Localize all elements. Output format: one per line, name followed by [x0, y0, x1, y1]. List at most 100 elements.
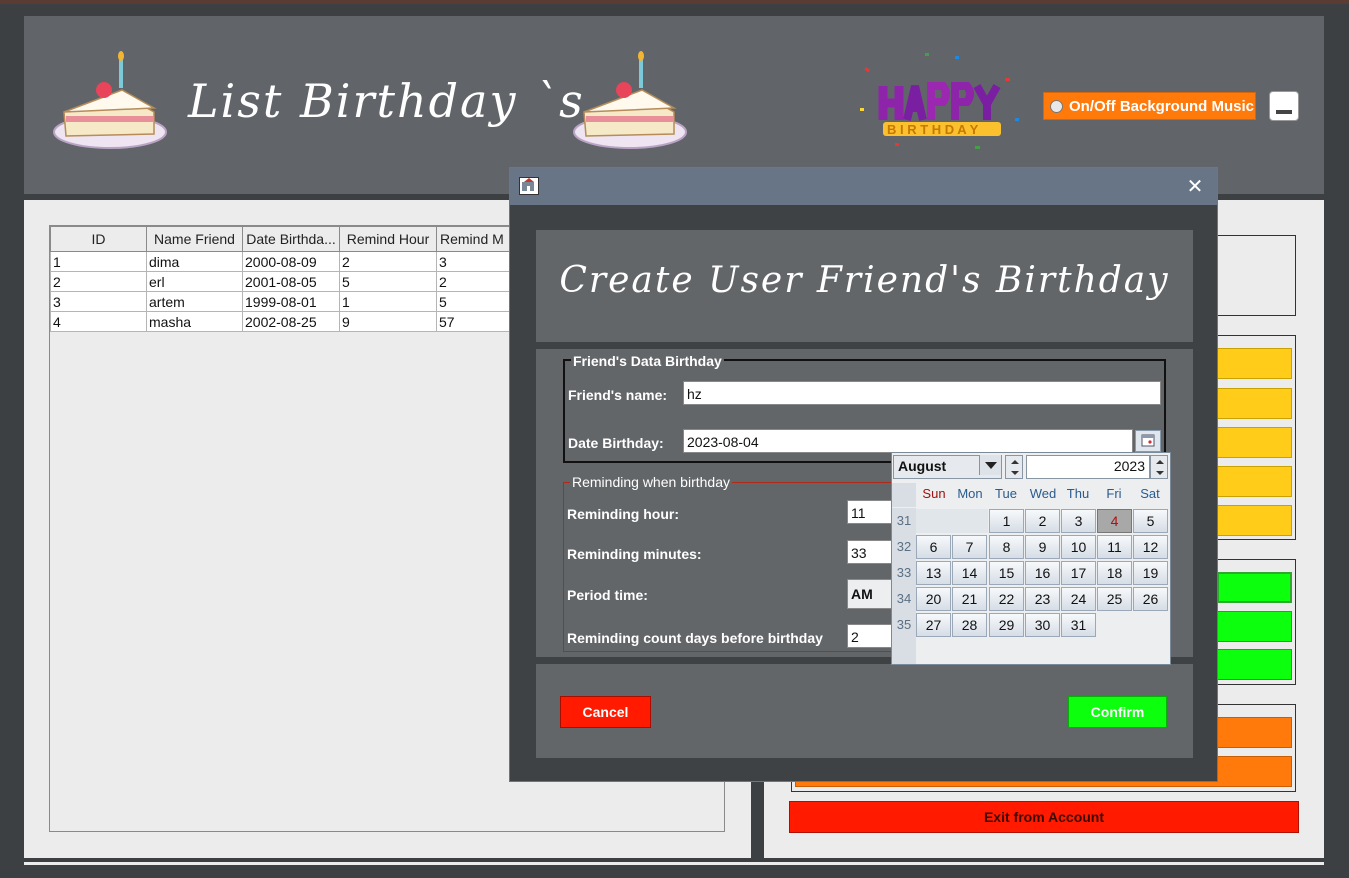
calendar-day[interactable]: 27 — [916, 613, 951, 637]
week-number: 33 — [892, 560, 916, 586]
green-action-button[interactable] — [1217, 572, 1292, 603]
calendar-day[interactable]: 6 — [916, 535, 951, 559]
weekday-label: Thu — [1066, 486, 1090, 501]
background-music-toggle[interactable]: On/Off Background Music — [1043, 92, 1256, 120]
table-cell: 2001-08-05 — [242, 271, 340, 292]
calendar-day[interactable]: 29 — [989, 613, 1024, 637]
yellow-action-button[interactable] — [1217, 427, 1292, 458]
app-title: List Birthday `s — [188, 74, 585, 128]
close-icon[interactable]: ✕ — [1181, 174, 1209, 198]
column-header-date[interactable]: Date Birthda... — [242, 226, 340, 252]
calendar-day-selected[interactable]: 4 — [1097, 509, 1132, 533]
calendar-day[interactable]: 19 — [1133, 561, 1168, 585]
calendar-day[interactable]: 18 — [1097, 561, 1132, 585]
friend-name-input[interactable]: hz — [683, 381, 1161, 405]
table-cell: 2002-08-25 — [242, 311, 340, 332]
dialog-title: Create User Friend's Birthday — [559, 260, 1170, 301]
table-cell: 4 — [50, 311, 147, 332]
exit-account-button[interactable]: Exit from Account — [789, 801, 1299, 833]
column-header-id[interactable]: ID — [50, 226, 147, 252]
birth-date-input[interactable]: 2023-08-04 — [683, 429, 1133, 453]
yellow-action-button[interactable] — [1217, 505, 1292, 536]
minimize-button[interactable] — [1269, 91, 1299, 121]
weekday-label: Wed — [1029, 486, 1057, 501]
calendar-day[interactable]: 23 — [1025, 587, 1060, 611]
week-column-filler — [892, 638, 916, 664]
week-number: 31 — [892, 508, 916, 534]
week-number: 32 — [892, 534, 916, 560]
table-cell: 2000-08-09 — [242, 251, 340, 272]
date-picker-popup: August 2023 Sun Mon Tue Wed Thu Fri Sat … — [891, 452, 1171, 665]
calendar-day[interactable]: 1 — [989, 509, 1024, 533]
calendar-day[interactable]: 11 — [1097, 535, 1132, 559]
calendar-day[interactable]: 3 — [1061, 509, 1096, 533]
month-value: August — [898, 458, 947, 474]
calendar-day[interactable]: 21 — [952, 587, 987, 611]
calendar-day[interactable]: 17 — [1061, 561, 1096, 585]
calendar-day[interactable]: 25 — [1097, 587, 1132, 611]
calendar-day[interactable]: 31 — [1061, 613, 1096, 637]
calendar-day[interactable]: 7 — [952, 535, 987, 559]
month-spinner[interactable] — [1005, 455, 1023, 479]
year-input[interactable]: 2023 — [1026, 455, 1150, 479]
green-action-button[interactable] — [1217, 611, 1292, 642]
calendar-day[interactable]: 8 — [989, 535, 1024, 559]
calendar-day[interactable]: 14 — [952, 561, 987, 585]
calendar-day[interactable]: 24 — [1061, 587, 1096, 611]
calendar-day[interactable]: 5 — [1133, 509, 1168, 533]
yellow-action-button[interactable] — [1217, 388, 1292, 419]
column-header-name[interactable]: Name Friend — [146, 226, 243, 252]
table-cell: 1 — [339, 291, 437, 312]
cancel-button[interactable]: Cancel — [560, 696, 651, 728]
chevron-down-icon[interactable] — [979, 455, 1001, 475]
radio-icon[interactable] — [1050, 99, 1063, 113]
table-row[interactable]: 1 dima 2000-08-09 2 3 — [50, 251, 527, 272]
table-cell: masha — [146, 311, 243, 332]
calendar-day[interactable]: 28 — [952, 613, 987, 637]
calendar-day[interactable]: 9 — [1025, 535, 1060, 559]
calendar-day[interactable]: 13 — [916, 561, 951, 585]
calendar-day[interactable]: 10 — [1061, 535, 1096, 559]
table-row[interactable]: 3 artem 1999-08-01 1 5 — [50, 291, 527, 312]
table-cell: erl — [146, 271, 243, 292]
confirm-button[interactable]: Confirm — [1068, 696, 1167, 728]
happy-birthday-logo-icon: B I R T H D A Y — [860, 53, 1019, 149]
calendar-day[interactable]: 2 — [1025, 509, 1060, 533]
info-box — [1217, 235, 1296, 316]
column-header-remind-hour[interactable]: Remind Hour — [339, 226, 437, 252]
weekday-label: Tue — [995, 486, 1017, 501]
yellow-action-button[interactable] — [1217, 348, 1292, 379]
calendar-icon[interactable] — [1135, 430, 1161, 452]
bottom-divider — [24, 862, 1324, 865]
window-top-strip — [0, 0, 1349, 4]
orange-action-button[interactable] — [1217, 717, 1292, 748]
calendar-day[interactable]: 15 — [989, 561, 1024, 585]
table-row[interactable]: 4 masha 2002-08-25 9 57 — [50, 311, 527, 332]
table-cell: dima — [146, 251, 243, 272]
week-number: 35 — [892, 612, 916, 638]
dialog-footer: Cancel Confirm — [536, 664, 1193, 758]
friend-data-group: Friend's Data Birthday Friend's name: hz… — [563, 353, 1166, 463]
table-cell: 1999-08-01 — [242, 291, 340, 312]
week-number: 34 — [892, 586, 916, 612]
calendar-day[interactable]: 22 — [989, 587, 1024, 611]
dialog-titlebar[interactable]: ✕ — [510, 168, 1217, 205]
calendar-day[interactable]: 16 — [1025, 561, 1060, 585]
table-cell: artem — [146, 291, 243, 312]
table-row[interactable]: 2 erl 2001-08-05 5 2 — [50, 271, 527, 292]
calendar-day[interactable]: 30 — [1025, 613, 1060, 637]
calendar-day[interactable]: 20 — [916, 587, 951, 611]
java-app-icon — [519, 177, 539, 195]
year-spinner[interactable] — [1150, 455, 1168, 479]
table-cell: 2 — [339, 251, 437, 272]
green-action-button[interactable] — [1217, 649, 1292, 680]
days-before-label: Reminding count days before birthday — [567, 630, 823, 646]
yellow-action-button[interactable] — [1217, 466, 1292, 497]
friends-table: ID Name Friend Date Birthda... Remind Ho… — [50, 226, 527, 332]
table-cell: 5 — [339, 271, 437, 292]
calendar-day[interactable]: 26 — [1133, 587, 1168, 611]
dialog-header: Create User Friend's Birthday — [536, 230, 1193, 342]
calendar-day[interactable]: 12 — [1133, 535, 1168, 559]
svg-text:B I R T H D A Y: B I R T H D A Y — [887, 122, 979, 137]
table-cell: 9 — [339, 311, 437, 332]
